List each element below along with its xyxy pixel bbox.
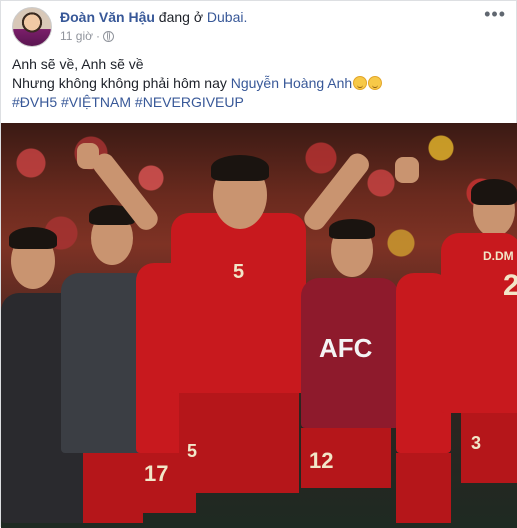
player-back: D.DM 2 3 xyxy=(431,179,517,528)
jersey-number: 5 xyxy=(233,261,245,283)
post-line-1: Anh sẽ về, Anh sẽ về xyxy=(12,56,144,72)
player-12: AFC 12 xyxy=(291,219,401,528)
post-line-2: Nhưng không không phải hôm nay Nguyễn Ho… xyxy=(12,74,506,93)
jersey-number: 2 xyxy=(503,269,517,302)
post-photo[interactable]: 17 5 5 AFC 12 D.DM 2 3 xyxy=(1,123,517,528)
grinning-emoji-icon xyxy=(353,76,368,90)
post-line-2-text: Nhưng không không phải hôm nay xyxy=(12,75,227,91)
mention-link[interactable]: Nguyễn Hoàng Anh xyxy=(231,75,352,91)
post-author-line: Đoàn Văn Hậu đang ở Dubai. xyxy=(60,9,247,25)
author-name-link[interactable]: Đoàn Văn Hậu xyxy=(60,9,155,25)
hashtags[interactable]: #ĐVH5 #VIỆTNAM #NEVERGIVEUP xyxy=(12,93,506,112)
post-header: Đoàn Văn Hậu đang ở Dubai. 11 giờ · ••• xyxy=(12,5,506,47)
shorts-number: 5 xyxy=(187,441,198,461)
shorts-number: 12 xyxy=(309,448,334,473)
globe-icon[interactable] xyxy=(103,30,114,42)
jersey-name: D.DM xyxy=(483,249,514,263)
afc-logo: AFC xyxy=(319,333,373,363)
facebook-post: Đoàn Văn Hậu đang ở Dubai. 11 giờ · ••• … xyxy=(0,0,517,528)
grinning-emoji-icon xyxy=(368,76,383,90)
shorts-number: 3 xyxy=(471,433,482,453)
avatar[interactable] xyxy=(12,7,52,47)
post-meta: 11 giờ · xyxy=(60,29,114,43)
location-link[interactable]: Dubai. xyxy=(207,9,247,25)
more-icon[interactable]: ••• xyxy=(484,5,506,23)
post-text: Anh sẽ về, Anh sẽ về Nhưng không không p… xyxy=(12,55,506,112)
timestamp-link[interactable]: 11 giờ xyxy=(60,29,93,43)
location-prefix: đang ở xyxy=(158,9,204,25)
